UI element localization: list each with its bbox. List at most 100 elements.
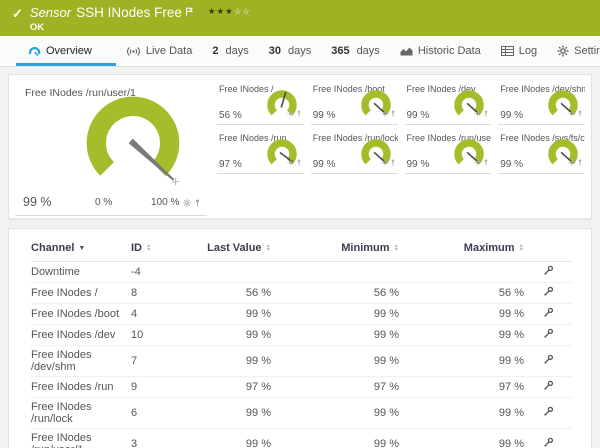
object-kind-label: Sensor xyxy=(30,5,71,21)
channel-id: 8 xyxy=(131,283,183,304)
gauge-icon xyxy=(28,45,41,57)
channel-last-value: 99 % xyxy=(183,429,271,448)
table-row: Free INodes /run/lock 6 99 % 99 % 99 % xyxy=(31,398,573,429)
gear-icon[interactable] xyxy=(381,153,388,171)
channel-minimum: 99 % xyxy=(271,398,399,429)
column-header-channel[interactable]: Channel▼ xyxy=(31,237,131,262)
sensor-header: ✓ Sensor SSH INodes Free ★★★☆☆ OK xyxy=(0,0,600,36)
gauge-value: 56 % xyxy=(219,110,242,121)
channel-name: Free INodes / xyxy=(31,283,131,304)
channel-maximum xyxy=(399,262,524,283)
channel-minimum: 97 % xyxy=(271,377,399,398)
channel-gauge-tile: Free INodes /dev 99 % xyxy=(405,81,492,125)
channel-last-value: 56 % xyxy=(183,283,271,304)
sort-updown-icon: ▲▼ xyxy=(519,244,524,252)
channel-maximum: 99 % xyxy=(399,346,524,377)
channel-gauges-grid: Free INodes / 56 % Free INodes /boot 99 … xyxy=(217,79,585,214)
tab-label: Overview xyxy=(46,45,92,57)
gauge-value: 99 % xyxy=(313,110,336,121)
column-header-id[interactable]: ID▲▼ xyxy=(131,237,183,262)
channel-name: Free INodes /dev xyxy=(31,325,131,346)
pin-icon[interactable] xyxy=(390,104,396,122)
gear-icon[interactable] xyxy=(381,104,388,122)
channels-table: Channel▼ ID▲▼ Last Value▲▼ Minimum▲▼ Max… xyxy=(31,237,573,448)
channel-last-value xyxy=(183,262,271,283)
tab-live-data[interactable]: Live Data xyxy=(116,36,202,66)
wrench-icon[interactable] xyxy=(543,328,554,342)
channel-maximum: 97 % xyxy=(399,377,524,398)
pin-icon[interactable] xyxy=(296,153,302,171)
tab-label: Live Data xyxy=(146,45,192,57)
wrench-icon[interactable] xyxy=(543,354,554,368)
wrench-icon[interactable] xyxy=(543,406,554,420)
sort-desc-icon: ▼ xyxy=(78,245,85,252)
priority-stars[interactable]: ★★★☆☆ xyxy=(208,6,251,16)
tab-label: days xyxy=(288,45,311,57)
wrench-icon[interactable] xyxy=(543,286,554,300)
gauge-value: 97 % xyxy=(219,159,242,170)
pin-icon[interactable] xyxy=(483,104,489,122)
pin-icon[interactable] xyxy=(577,104,583,122)
table-row: Downtime -4 xyxy=(31,262,573,283)
gear-icon[interactable] xyxy=(474,104,481,122)
pin-icon[interactable] xyxy=(194,194,201,212)
tab-log[interactable]: Log xyxy=(491,36,547,66)
channel-name: Free INodes /run xyxy=(31,377,131,398)
tab-365-days[interactable]: 365 days xyxy=(321,36,390,66)
channel-name: Free INodes /run/user/1 xyxy=(31,429,131,448)
pin-icon[interactable] xyxy=(296,104,302,122)
channel-id: 10 xyxy=(131,325,183,346)
channel-gauge-tile: Free INodes /run 97 % xyxy=(217,130,304,174)
tab-bar: Overview Live Data 2 days 30 days 365 da… xyxy=(0,36,600,67)
channel-name: Free INodes /run/lock xyxy=(31,398,131,429)
wrench-icon[interactable] xyxy=(543,380,554,394)
channel-minimum: 99 % xyxy=(271,346,399,377)
channels-table-panel: Channel▼ ID▲▼ Last Value▲▼ Minimum▲▼ Max… xyxy=(8,228,592,448)
table-row: Free INodes /dev/shm 7 99 % 99 % 99 % xyxy=(31,346,573,377)
wrench-icon[interactable] xyxy=(543,437,554,448)
tab-label: Historic Data xyxy=(418,45,481,57)
tab-settings[interactable]: Settings xyxy=(547,36,600,66)
tab-overview[interactable]: Overview xyxy=(16,36,116,66)
gear-icon[interactable] xyxy=(287,104,294,122)
channel-name: Free INodes /boot xyxy=(31,304,131,325)
status-badge: OK xyxy=(30,22,251,33)
wrench-icon[interactable] xyxy=(543,265,554,279)
channel-id: -4 xyxy=(131,262,183,283)
gauge-value: 99 % xyxy=(500,110,523,121)
broadcast-icon xyxy=(126,46,141,57)
channel-gauge-tile: Free INodes / 56 % xyxy=(217,81,304,125)
gear-icon[interactable] xyxy=(183,194,191,212)
channel-minimum: 99 % xyxy=(271,304,399,325)
tab-label: Log xyxy=(519,45,537,57)
pin-icon[interactable] xyxy=(577,153,583,171)
tab-historic-data[interactable]: Historic Data xyxy=(390,36,491,66)
channel-maximum: 56 % xyxy=(399,283,524,304)
channel-maximum: 99 % xyxy=(399,398,524,429)
tab-30-days[interactable]: 30 days xyxy=(259,36,322,66)
tab-2-days[interactable]: 2 days xyxy=(202,36,258,66)
column-header-maximum[interactable]: Maximum▲▼ xyxy=(399,237,524,262)
flag-icon xyxy=(185,4,194,20)
pin-icon[interactable] xyxy=(390,153,396,171)
gauge-value: 99 % xyxy=(500,159,523,170)
column-header-minimum[interactable]: Minimum▲▼ xyxy=(271,237,399,262)
gear-icon[interactable] xyxy=(568,153,575,171)
channel-last-value: 97 % xyxy=(183,377,271,398)
wrench-icon[interactable] xyxy=(543,307,554,321)
channel-id: 3 xyxy=(131,429,183,448)
gear-icon[interactable] xyxy=(287,153,294,171)
channel-gauge-tile: Free INodes /run/user/ 99 % xyxy=(405,130,492,174)
gear-icon[interactable] xyxy=(568,104,575,122)
pin-icon[interactable] xyxy=(483,153,489,171)
gear-icon[interactable] xyxy=(474,153,481,171)
column-header-last-value[interactable]: Last Value▲▼ xyxy=(183,237,271,262)
channel-gauge-tile: Free INodes /boot 99 % xyxy=(311,81,398,125)
status-check-icon: ✓ xyxy=(12,6,23,22)
channel-minimum: 99 % xyxy=(271,325,399,346)
channel-minimum: 56 % xyxy=(271,283,399,304)
table-header-row: Channel▼ ID▲▼ Last Value▲▼ Minimum▲▼ Max… xyxy=(31,237,573,262)
tab-label: days xyxy=(357,45,380,57)
table-row: Free INodes /run/user/1 3 99 % 99 % 99 % xyxy=(31,429,573,448)
gauge-value: 99 % xyxy=(407,110,430,121)
